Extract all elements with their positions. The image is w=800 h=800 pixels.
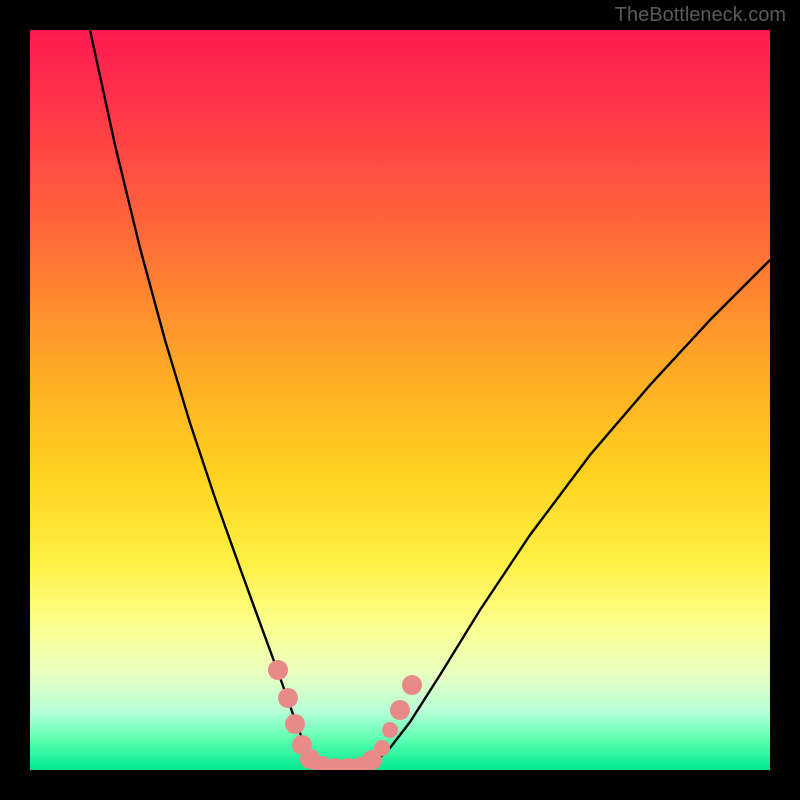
chart-svg [30, 30, 770, 770]
chart-dot [390, 700, 410, 720]
chart-dot [278, 688, 298, 708]
chart-dots-group [268, 660, 422, 770]
watermark-text: TheBottleneck.com [615, 4, 786, 27]
chart-dot [402, 675, 422, 695]
chart-right-curve [360, 260, 770, 770]
chart-left-curve [90, 30, 335, 770]
chart-dot [382, 722, 398, 738]
chart-dot [374, 740, 390, 756]
chart-plot-area [30, 30, 770, 770]
chart-dot [268, 660, 288, 680]
chart-dot [285, 714, 305, 734]
